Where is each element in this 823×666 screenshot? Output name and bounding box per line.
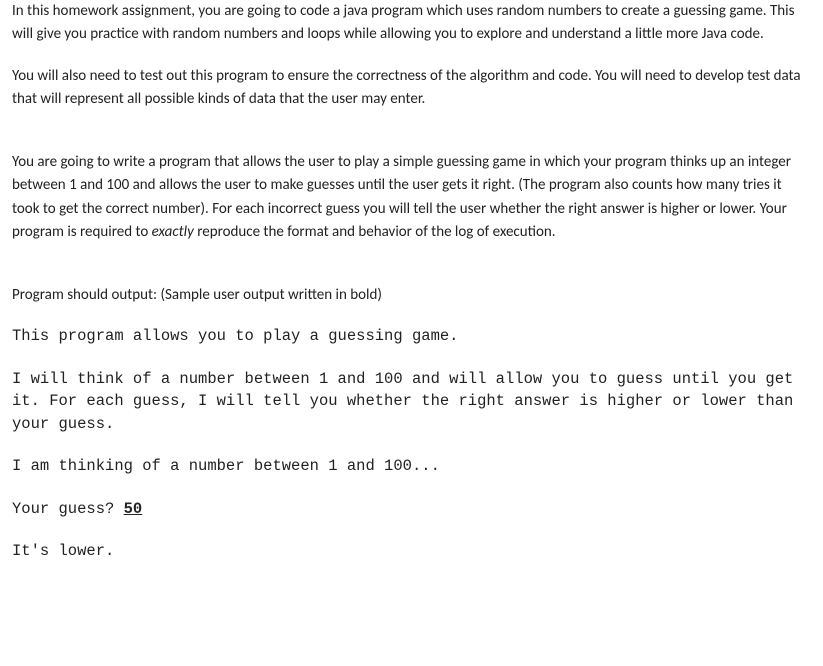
sample-line-4: It's lower. xyxy=(12,540,811,562)
sample-line-1: This program allows you to play a guessi… xyxy=(12,325,811,347)
sample-line-3: I am thinking of a number between 1 and … xyxy=(12,455,811,477)
output-header: Program should output: (Sample user outp… xyxy=(12,284,811,307)
spec-paragraph: You are going to write a program that al… xyxy=(12,151,811,244)
intro-paragraph-1: In this homework assignment, you are goi… xyxy=(12,0,811,47)
intro-paragraph-2: You will also need to test out this prog… xyxy=(12,65,811,112)
spec-text-b: reproduce the format and behavior of the… xyxy=(194,223,556,241)
spec-exactly: exactly xyxy=(152,223,194,241)
user-input-50: 50 xyxy=(124,500,143,518)
sample-prompt-1: Your guess? 50 xyxy=(12,498,811,520)
sample-line-2: I will think of a number between 1 and 1… xyxy=(12,368,811,435)
prompt-text: Your guess? xyxy=(12,500,124,518)
